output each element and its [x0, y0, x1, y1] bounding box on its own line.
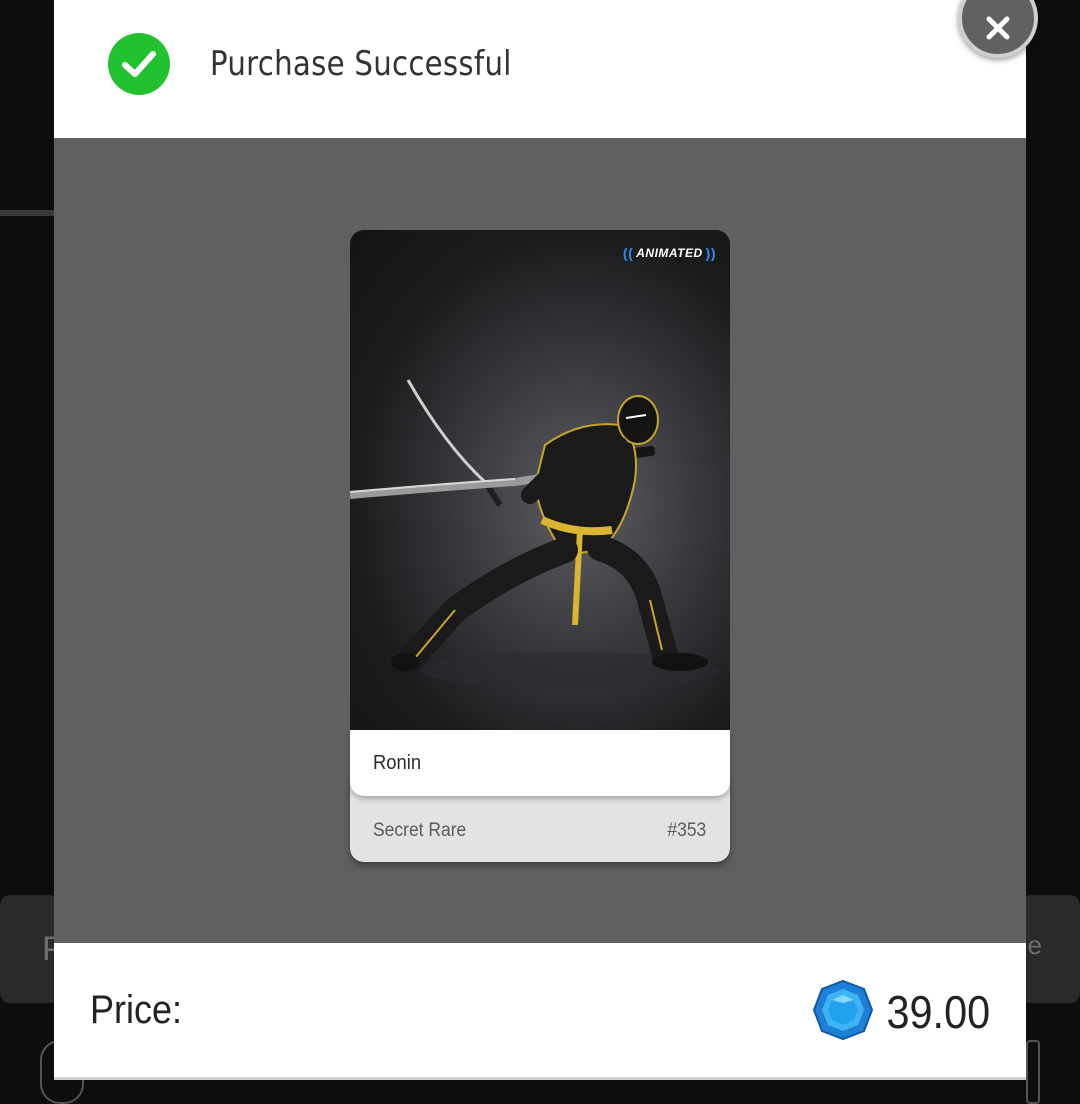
background-divider: [0, 210, 60, 216]
card-name: Ronin: [373, 752, 422, 774]
card-serial-number: #353: [667, 820, 706, 841]
purchase-modal: Purchase Successful (( ANIMATED )) Ronin…: [54, 0, 1026, 1080]
card-rarity: Secret Rare: [373, 820, 467, 841]
collectible-card[interactable]: (( ANIMATED )) Ronin Secret Rare #353: [350, 230, 730, 862]
price-value: 39.00: [886, 986, 990, 1038]
background-button-right: [1026, 1040, 1040, 1104]
background-text-fragment-right: e: [1027, 930, 1042, 960]
ninja-figure-image: [350, 379, 720, 688]
card-name-panel: Ronin: [350, 730, 730, 796]
card-artwork: (( ANIMATED )): [350, 230, 730, 730]
modal-title: Purchase Successful: [210, 44, 512, 84]
check-circle-icon: [108, 33, 170, 95]
gem-icon: [812, 979, 874, 1041]
close-icon: [986, 16, 1010, 40]
modal-header: Purchase Successful: [54, 0, 1026, 138]
price-label: Price:: [90, 988, 183, 1032]
price-footer: Price: 39.00: [54, 943, 1026, 1080]
